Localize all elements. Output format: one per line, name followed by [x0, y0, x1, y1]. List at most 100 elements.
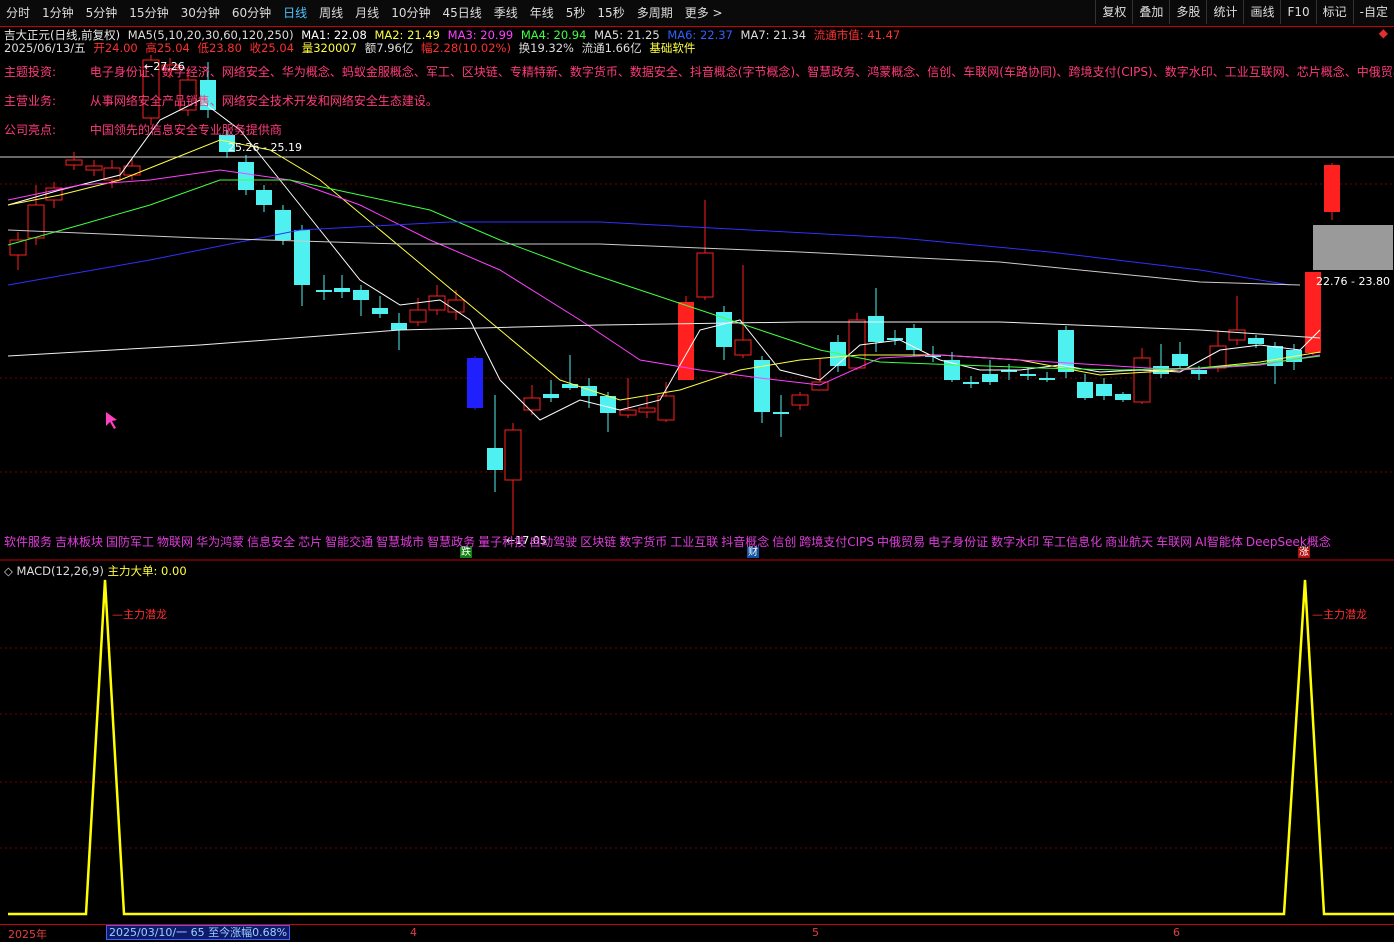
- candle-15: [294, 225, 310, 306]
- concept-tag-25[interactable]: DeepSeek概念: [1246, 535, 1331, 549]
- candle-6: [123, 158, 141, 180]
- cursor-icon: [106, 412, 117, 429]
- signal-text-right: 主力潜龙: [1323, 608, 1367, 621]
- signal-label-right: —主力潜龙: [1312, 608, 1367, 621]
- price-high-peak: 27.26: [153, 60, 185, 73]
- candle-16: [316, 275, 332, 300]
- macd-panel-title: ◇ MACD(12,26,9) 主力大单: 0.00: [4, 563, 187, 579]
- candle-33: [638, 396, 656, 418]
- candle-18: [353, 285, 369, 316]
- axis-month-4: 4: [410, 926, 417, 939]
- concept-tag-18[interactable]: 中俄贸易: [877, 535, 925, 549]
- axis-year: 2025年: [8, 928, 47, 941]
- ma1-line: [7, 99, 1321, 421]
- range-box: [1313, 225, 1393, 270]
- candle-36: [696, 200, 714, 300]
- ma2-line: [7, 139, 1321, 401]
- candle-64: [1228, 296, 1246, 345]
- concept-tag-1[interactable]: 吉林板块: [55, 535, 103, 549]
- concept-tag-8[interactable]: 智慧城市: [376, 535, 424, 549]
- axis-month-6: 6: [1173, 926, 1180, 939]
- candle-26: [504, 423, 522, 535]
- candle-37: [716, 306, 732, 360]
- axis-month-5: 5: [812, 926, 819, 939]
- concept-tag-16[interactable]: 信创: [772, 535, 796, 549]
- candle-24: [467, 356, 483, 410]
- concept-tag-19[interactable]: 电子身份证: [928, 535, 988, 549]
- concept-tag-4[interactable]: 华为鸿蒙: [196, 535, 244, 549]
- candle-60: [1153, 344, 1169, 378]
- ma7-line: [7, 229, 1301, 286]
- concept-tag-15[interactable]: 抖音概念: [721, 535, 769, 549]
- candle-0: [9, 232, 27, 270]
- concept-tag-12[interactable]: 区块链: [580, 535, 616, 549]
- candle-20: [391, 313, 407, 350]
- macd-main-label: 主力大单: 0.00: [107, 564, 187, 578]
- candle-40: [773, 395, 789, 437]
- main-business-row: 主营业务: 从事网络安全产品销售、网络安全技术开发和网络安全生态建设。: [4, 92, 438, 109]
- price-right-range: 22.76 - 23.80: [1316, 275, 1390, 288]
- company-highlight-row: 公司亮点: 中国领先的信息安全专业服务提供商: [4, 121, 282, 138]
- concept-tag-17[interactable]: 跨境支付CIPS: [799, 535, 874, 549]
- candle-27: [523, 385, 541, 415]
- concept-tag-10[interactable]: 量子科技: [478, 535, 526, 549]
- candle-3: [65, 152, 83, 170]
- highlight-label: 公司亮点:: [4, 123, 57, 137]
- concept-tag-7[interactable]: 智能交通: [325, 535, 373, 549]
- candle-57: [1096, 378, 1112, 400]
- candle-4: [85, 160, 103, 176]
- candle-58: [1115, 392, 1131, 402]
- candle-55: [1058, 326, 1074, 378]
- concept-tag-11[interactable]: 自动驾驶: [529, 535, 577, 549]
- candle-51: [982, 360, 998, 385]
- concept-tag-13[interactable]: 数字货币: [619, 535, 667, 549]
- ma3-line: [7, 169, 1321, 386]
- concept-tag-0[interactable]: 软件服务: [4, 535, 52, 549]
- theme-label: 主题投资:: [4, 65, 57, 79]
- macd-settings-icon[interactable]: ◇: [4, 564, 13, 578]
- candle-13: [256, 185, 272, 212]
- ma5-line: [7, 321, 1321, 357]
- finance-marker[interactable]: 财: [747, 547, 759, 558]
- signal-label-left: —主力潜龙: [112, 608, 167, 621]
- candle-47: [906, 324, 922, 356]
- candle-25: [487, 395, 503, 492]
- candle-34: [657, 382, 675, 422]
- concept-tag-14[interactable]: 工业互联: [670, 535, 718, 549]
- kline-chart[interactable]: [0, 0, 1394, 939]
- candle-54: [1039, 372, 1055, 382]
- candle-46: [887, 330, 903, 345]
- concept-tags: 软件服务 吉林板块 国防军工 物联网 华为鸿蒙 信息安全 芯片 智能交通 智慧城市 智慧政务 量子科…: [4, 533, 1334, 550]
- candle-41: [791, 392, 809, 410]
- candle-59: [1133, 348, 1151, 404]
- candle-38: [734, 265, 752, 358]
- macd-signal-line: [8, 579, 1394, 916]
- business-value: 从事网络安全产品销售、网络安全技术开发和网络安全生态建设。: [89, 94, 438, 108]
- ma6-line: [7, 221, 1291, 286]
- concept-tag-5[interactable]: 信息安全: [247, 535, 295, 549]
- price-line-level: 25.26 - 25.19: [228, 141, 302, 154]
- candle-28: [543, 380, 559, 402]
- concept-tag-24[interactable]: AI智能体: [1195, 535, 1243, 549]
- macd-title: MACD(12,26,9): [16, 564, 104, 578]
- signal-text-left: 主力潜龙: [123, 608, 167, 621]
- concept-tag-3[interactable]: 物联网: [157, 535, 193, 549]
- candle-17: [334, 275, 350, 298]
- concept-tag-22[interactable]: 商业航天: [1105, 535, 1153, 549]
- concept-tag-21[interactable]: 军工信息化: [1042, 535, 1102, 549]
- range-change-label: 2025/03/10/一 65 至今涨幅0.68%: [106, 925, 291, 940]
- concept-tag-20[interactable]: 数字水印: [991, 535, 1039, 549]
- concept-tag-6[interactable]: 芯片: [298, 535, 322, 549]
- highlight-value: 中国领先的信息安全专业服务提供商: [89, 123, 282, 137]
- concept-tag-2[interactable]: 国防军工: [106, 535, 154, 549]
- rise-marker[interactable]: 涨: [1298, 547, 1310, 558]
- theme-investment-row: 主题投资: 电子身份证、数字经济、网络安全、华为概念、蚂蚁金服概念、军工、区块链…: [4, 63, 1394, 80]
- concept-tag-23[interactable]: 车联网: [1156, 535, 1192, 549]
- candle-14: [275, 205, 291, 245]
- ma4-line: [7, 179, 1321, 371]
- theme-value: 电子身份证、数字经济、网络安全、华为概念、蚂蚁金服概念、军工、区块链、专精特新、…: [89, 65, 1394, 79]
- drop-marker[interactable]: 跌: [460, 547, 472, 558]
- candle-69: [1324, 163, 1340, 220]
- price-high-peak-label: ←27.26: [144, 60, 185, 73]
- business-label: 主营业务:: [4, 94, 57, 108]
